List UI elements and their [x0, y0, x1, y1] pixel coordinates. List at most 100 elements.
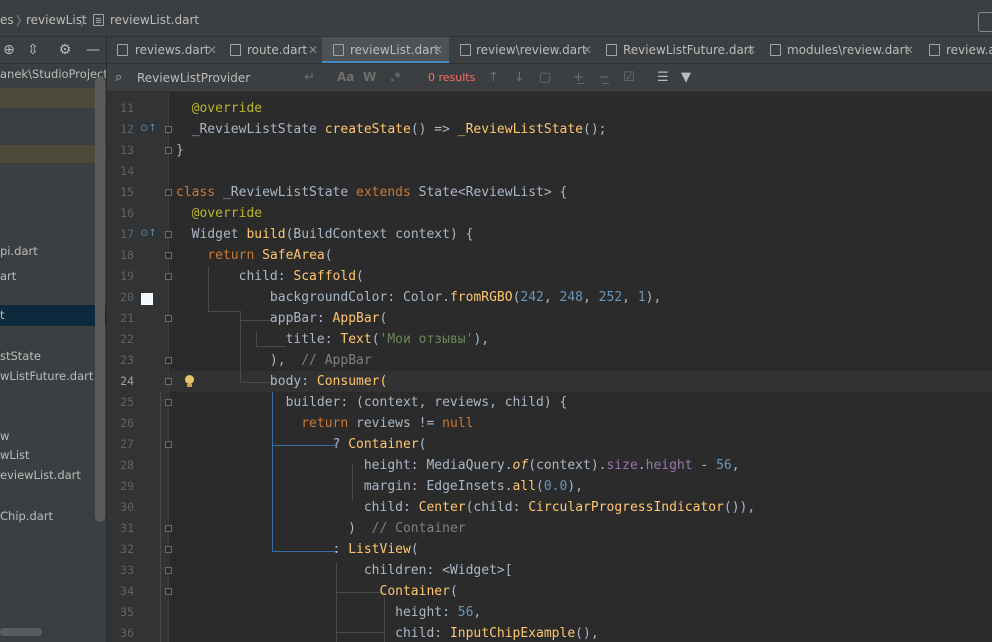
fold-marker-icon[interactable] [165, 567, 172, 574]
code-line[interactable]: return SafeArea( [176, 245, 332, 266]
code-line[interactable]: appBar: AppBar( [176, 308, 387, 329]
code-line[interactable]: title: Text('Мои отзывы'), [176, 329, 490, 350]
fold-marker-icon[interactable] [165, 126, 172, 133]
override-marker-icon[interactable]: ⊙↑ [140, 123, 157, 134]
fold-marker-icon[interactable] [165, 273, 172, 280]
code-line[interactable]: children: <Widget>[ [176, 560, 513, 581]
override-marker-icon[interactable]: ⊙↑ [140, 228, 157, 239]
line-number-current: 24 [120, 374, 134, 388]
search-icon[interactable]: ⌕ [115, 70, 122, 85]
sidebar-item-file[interactable]: Chip.dart [0, 506, 106, 526]
tab-reviewlistfuture-dart[interactable]: ReviewListFuture.dart ✕ [596, 37, 760, 63]
code-line[interactable]: height: MediaQuery.of(context).size.heig… [176, 455, 740, 476]
minimize-icon[interactable]: — [84, 41, 102, 59]
tab-route-dart[interactable]: route.dart ✕ [220, 37, 322, 63]
collapse-all-icon[interactable]: ⇳ [24, 41, 42, 59]
dart-file-icon [460, 44, 471, 56]
code-editor[interactable]: 11 12 13 14 15 16 17 18 19 20 21 22 23 2… [107, 92, 992, 642]
breadcrumb-item-file[interactable]: reviewList.dart [110, 13, 199, 27]
select-occurrences-icon[interactable]: ☑ [623, 70, 635, 85]
sidebar-item-file[interactable]: w [0, 426, 106, 446]
sidebar-item-project-path[interactable]: anek\StudioProjects [0, 64, 106, 84]
code-line[interactable]: ), // AppBar [176, 350, 372, 371]
code-line[interactable]: backgroundColor: Color.fromRGBO(242, 248… [176, 287, 661, 308]
fold-marker-icon[interactable] [165, 378, 172, 385]
code-line[interactable]: return reviews != null [176, 413, 473, 434]
fold-marker-icon[interactable] [165, 315, 172, 322]
project-toolbar: ⊕ ⇳ ⚙ — [0, 37, 106, 64]
select-all-icon[interactable]: ▢ [539, 70, 551, 85]
tab-label: reviews.dart [135, 43, 210, 57]
add-occurrence-icon[interactable]: +̲ [573, 70, 584, 85]
code-line[interactable]: child: InputChipExample(), [176, 623, 599, 642]
sidebar-item-file[interactable]: art [0, 266, 106, 286]
fold-marker-icon[interactable] [165, 252, 172, 259]
close-icon[interactable]: ✕ [582, 37, 592, 63]
code-line[interactable]: height: 56, [176, 602, 481, 623]
code-line[interactable]: builder: (context, reviews, child) { [176, 392, 568, 413]
code-line[interactable]: margin: EdgeInsets.all(0.0), [176, 476, 583, 497]
close-icon[interactable]: ✕ [207, 37, 217, 63]
breadcrumb-item-folder[interactable]: reviewList [26, 13, 87, 27]
fold-marker-icon[interactable] [165, 147, 172, 154]
sidebar-scrollbar[interactable] [95, 77, 105, 522]
code-line-current[interactable]: body: Consumer( [176, 371, 387, 392]
filter-icon[interactable]: ▼ [681, 70, 691, 85]
gear-icon[interactable]: ⚙ [56, 41, 74, 59]
fold-marker-icon[interactable] [165, 399, 172, 406]
code-line[interactable]: Widget build(BuildContext context) { [176, 224, 474, 245]
tab-reviewlist-dart[interactable]: reviewList.dart ✕ [322, 37, 449, 63]
close-icon[interactable]: ✕ [308, 37, 318, 63]
line-number: 15 [120, 185, 134, 199]
fold-marker-icon[interactable] [165, 525, 172, 532]
search-input[interactable]: ReviewListProvider [137, 71, 250, 85]
tab-review-ap[interactable]: review.ap [919, 37, 992, 63]
code-line[interactable]: @override [176, 203, 262, 224]
whole-words-button[interactable]: W [363, 70, 376, 84]
locate-icon[interactable]: ⊕ [0, 41, 18, 59]
sidebar-item-file[interactable]: wList [0, 445, 106, 465]
close-icon[interactable]: ✕ [904, 37, 914, 63]
tab-label: modules\review.dart [787, 43, 910, 57]
fold-marker-icon[interactable] [165, 441, 172, 448]
fold-marker-icon[interactable] [165, 546, 172, 553]
code-line[interactable]: } [176, 140, 184, 161]
window-control-button[interactable] [978, 12, 992, 32]
tab-review-review-dart[interactable]: review\review.dart ✕ [449, 37, 596, 63]
sidebar-item-file[interactable]: wListFuture.dart [0, 366, 106, 386]
fold-marker-icon[interactable] [165, 189, 172, 196]
close-icon[interactable]: ✕ [746, 37, 756, 63]
match-case-button[interactable]: Aa [337, 70, 354, 84]
fold-marker-icon[interactable] [165, 231, 172, 238]
color-swatch-icon[interactable] [141, 293, 153, 305]
code-line[interactable]: @override [176, 98, 262, 119]
code-line[interactable]: Container( [176, 581, 458, 602]
chevron-right-icon: 〉 [80, 14, 93, 28]
filter-options-icon[interactable]: ☰ [657, 70, 669, 85]
sidebar-horizontal-scrollbar[interactable] [0, 628, 42, 636]
tab-reviews-dart[interactable]: reviews.dart ✕ [107, 37, 220, 63]
breadcrumb-item-root[interactable]: es [0, 13, 14, 27]
code-line[interactable]: : ListView( [176, 539, 419, 560]
close-icon[interactable]: ✕ [433, 37, 443, 63]
arrow-down-icon[interactable]: ↓ [514, 70, 525, 85]
arrow-up-icon[interactable]: ↑ [488, 70, 499, 85]
code-line[interactable]: ? Container( [176, 434, 427, 455]
sidebar-item-class[interactable]: stState [0, 346, 106, 366]
new-line-icon[interactable]: ↵ [304, 70, 315, 85]
tab-modules-review-dart[interactable]: modules\review.dart ✕ [760, 37, 919, 63]
code-line[interactable]: _ReviewListState createState() => _Revie… [176, 119, 607, 140]
sidebar-item-file-selected[interactable]: t [0, 305, 106, 325]
sidebar-item-file[interactable]: pi.dart [0, 241, 106, 261]
regex-button[interactable]: .* [390, 70, 401, 84]
dart-file-icon [93, 14, 104, 26]
code-line[interactable]: child: Scaffold( [176, 266, 364, 287]
dart-file-icon [117, 44, 128, 56]
code-line[interactable]: ) // Container [176, 518, 465, 539]
code-line[interactable]: child: Center(child: CircularProgressInd… [176, 497, 755, 518]
code-line[interactable]: class _ReviewListState extends State<Rev… [176, 182, 567, 203]
fold-marker-icon[interactable] [165, 357, 172, 364]
sidebar-item-file[interactable]: eviewList.dart [0, 465, 106, 485]
remove-occurrence-icon[interactable]: −̲ [598, 70, 609, 85]
fold-marker-icon[interactable] [165, 588, 172, 595]
